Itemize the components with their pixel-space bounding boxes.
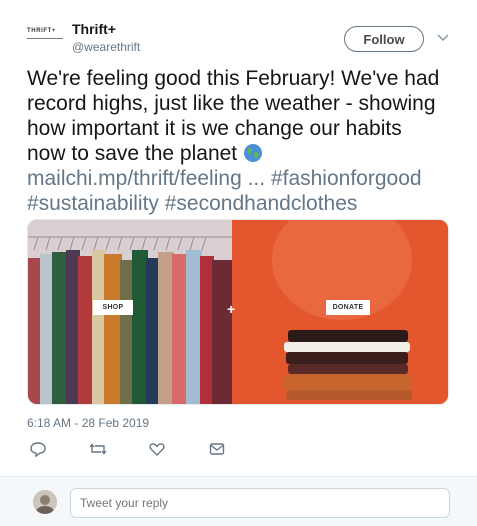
plus-label: +: [227, 301, 236, 317]
avatar[interactable]: [33, 490, 57, 514]
hashtag-link[interactable]: #sustainability: [27, 192, 159, 215]
hashtag-link[interactable]: #fashionforgood: [271, 167, 422, 190]
mail-icon[interactable]: [208, 440, 226, 458]
reply-icon[interactable]: [29, 440, 47, 458]
tweet-text-line: mailchi.mp/thrift/feeling ... #fashionfo…: [27, 166, 457, 191]
follow-button[interactable]: Follow: [344, 26, 424, 52]
reply-input[interactable]: [70, 488, 450, 518]
tweet-link[interactable]: mailchi.mp/thrift/feeling ...: [27, 167, 265, 190]
tweet-text-line: We're feeling good this February! We've …: [27, 67, 440, 90]
globe-emoji-icon: [244, 144, 262, 162]
tweet-text-line: #sustainability #secondhandclothes: [27, 191, 457, 216]
tweet-header: THRIFT+ Thrift+ @wearethrift Follow: [0, 0, 477, 62]
display-name[interactable]: Thrift+: [72, 21, 116, 37]
logo-text: THRIFT+: [27, 28, 57, 34]
hashtag-link[interactable]: #secondhandclothes: [165, 192, 358, 215]
tweet-timestamp[interactable]: 6:18 AM - 28 Feb 2019: [27, 416, 149, 430]
tweet-actions: [27, 440, 267, 460]
tweet-text: We're feeling good this February! We've …: [27, 66, 457, 216]
tweet-media-image[interactable]: SHOP + DONATE: [27, 219, 449, 405]
tweet-text-line: record highs, just like the weather - sh…: [27, 92, 436, 115]
logo-underline: [27, 38, 63, 39]
retweet-icon[interactable]: [89, 440, 107, 458]
chevron-down-icon[interactable]: [436, 32, 450, 42]
donate-label: DONATE: [326, 300, 370, 315]
user-avatar-icon: [33, 490, 57, 514]
heart-icon[interactable]: [148, 440, 166, 458]
tweet-text-line: now to save the planet: [27, 141, 457, 166]
tweet-text-segment: now to save the planet: [27, 142, 238, 165]
shop-label: SHOP: [93, 300, 133, 315]
thrift-logo[interactable]: THRIFT+: [27, 28, 65, 42]
tweet-text-line: how important it is we change our habits: [27, 117, 402, 140]
user-handle[interactable]: @wearethrift: [72, 40, 140, 54]
